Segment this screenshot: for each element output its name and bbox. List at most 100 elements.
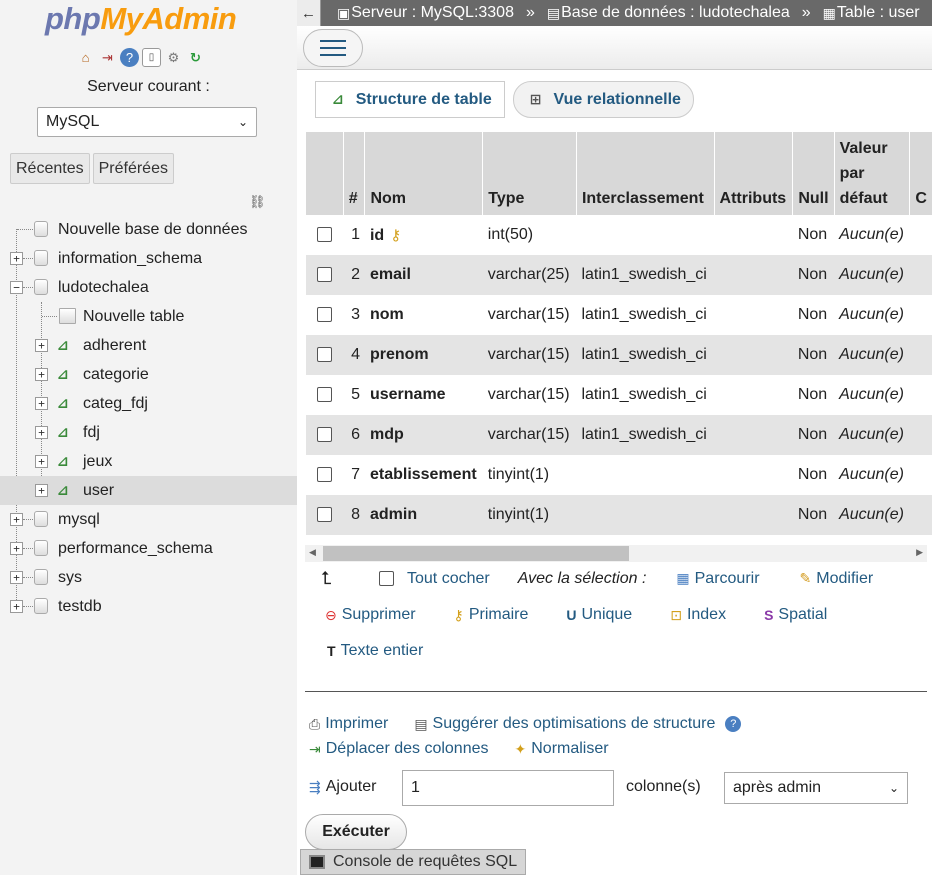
tree-item-table-user[interactable]: + ⊿ user <box>0 476 297 505</box>
logout-icon[interactable]: ⇥ <box>98 48 117 67</box>
column-header-comments[interactable]: C <box>909 132 932 215</box>
suggest-structure-button[interactable]: Suggérer des optimisations de structure <box>433 715 716 733</box>
row-checkbox[interactable] <box>316 427 332 443</box>
collapse-icon[interactable]: − <box>10 281 23 294</box>
expand-icon[interactable]: + <box>35 339 48 352</box>
tab-table-structure[interactable]: ⊿ Structure de table <box>315 81 505 118</box>
favorite-tables-tab[interactable]: Préférées <box>92 153 174 184</box>
expand-icon[interactable]: + <box>35 455 48 468</box>
column-header-type[interactable]: Type <box>482 132 577 215</box>
documentation-icon[interactable]: ▯ <box>142 48 161 67</box>
expand-icon[interactable]: + <box>10 600 23 613</box>
spatial-button[interactable]: Spatial <box>778 606 827 624</box>
tree-item-mysql[interactable]: + mysql <box>0 505 297 534</box>
index-button[interactable]: Index <box>687 606 726 624</box>
tree-item-testdb[interactable]: + testdb <box>0 592 297 621</box>
help-icon[interactable]: ? <box>725 716 742 732</box>
fulltext-icon: T <box>327 643 336 659</box>
expand-icon[interactable]: + <box>35 397 48 410</box>
tree-item-table-jeux[interactable]: + ⊿ jeux <box>0 447 297 476</box>
table-row[interactable]: 1 id ⚷ int(50) Non Aucun(e) <box>305 215 932 255</box>
breadcrumb-server[interactable]: ▣ Serveur : MySQL:3308 <box>321 4 514 22</box>
expand-icon[interactable]: + <box>10 252 23 265</box>
server-select[interactable]: MySQL ⌄ <box>37 107 257 137</box>
phpmyadmin-logo[interactable]: phpMyAdmin <box>45 1 237 37</box>
menu-toggle-button[interactable] <box>303 29 363 67</box>
help-icon[interactable]: ? <box>120 48 139 67</box>
tree-item-new-database[interactable]: Nouvelle base de données <box>0 215 297 244</box>
table-row[interactable]: 5 username varchar(15) latin1_swedish_ci Non… <box>305 375 932 415</box>
reload-icon[interactable]: ↻ <box>186 48 205 67</box>
scroll-left-icon[interactable]: ◀ <box>309 547 316 558</box>
check-all-checkbox[interactable] <box>379 571 394 586</box>
column-header-number[interactable]: # <box>342 132 365 215</box>
home-icon[interactable]: ⌂ <box>76 48 95 67</box>
expand-icon[interactable]: + <box>10 513 23 526</box>
tree-item-table-categ-fdj[interactable]: + ⊿ categ_fdj <box>0 389 297 418</box>
column-header-null[interactable]: Null <box>792 132 835 215</box>
tree-item-ludotechalea[interactable]: − ludotechalea <box>0 273 297 302</box>
tree-item-table-adherent[interactable]: + ⊿ adherent <box>0 331 297 360</box>
row-checkbox[interactable] <box>316 507 332 523</box>
field-collation <box>576 495 715 535</box>
structure-table: # Nom Type Interclassement Attributs Nul… <box>305 132 932 535</box>
print-button[interactable]: Imprimer <box>325 715 388 733</box>
primary-button[interactable]: Primaire <box>469 606 529 624</box>
unique-icon: U <box>566 607 577 623</box>
back-button[interactable]: ← <box>297 0 321 26</box>
table-row[interactable]: 3 nom varchar(15) latin1_swedish_ci Non Aucun… <box>305 295 932 335</box>
tree-item-information-schema[interactable]: + information_schema <box>0 244 297 273</box>
modify-button[interactable]: Modifier <box>816 570 873 588</box>
expand-icon[interactable]: + <box>35 426 48 439</box>
row-checkbox[interactable] <box>316 467 332 483</box>
expand-icon[interactable]: + <box>35 484 48 497</box>
field-comments <box>909 215 932 255</box>
horizontal-scrollbar[interactable]: ◀ ▶ <box>305 545 927 562</box>
normalize-button[interactable]: Normaliser <box>531 740 608 758</box>
fulltext-button[interactable]: Texte entier <box>341 642 424 660</box>
scroll-right-icon[interactable]: ▶ <box>916 547 923 558</box>
row-checkbox[interactable] <box>316 387 332 403</box>
expand-icon[interactable]: + <box>10 542 23 555</box>
tab-relational-view[interactable]: ⊞ Vue relationnelle <box>512 81 694 118</box>
column-position-select[interactable]: après admin ⌄ <box>724 772 908 804</box>
sql-console-toggle[interactable]: Console de requêtes SQL <box>300 849 526 875</box>
scrollbar-thumb[interactable] <box>323 546 629 561</box>
breadcrumb-database[interactable]: ▤ Base de données : ludotechalea <box>547 4 790 22</box>
check-all-link[interactable]: Tout cocher <box>407 570 490 588</box>
table-row[interactable]: 7 etablissement tinyint(1) Non Aucun(e) <box>305 455 932 495</box>
column-header-name[interactable]: Nom <box>364 132 483 215</box>
link-icon[interactable]: ⛓ <box>249 194 266 210</box>
table-row[interactable]: 8 admin tinyint(1) Non Aucun(e) <box>305 495 932 535</box>
gear-icon[interactable]: ⚙ <box>164 48 183 67</box>
column-header-attributes[interactable]: Attributs <box>713 132 793 215</box>
primary-key-icon: ⚷ <box>390 226 402 244</box>
tree-item-table-fdj[interactable]: + ⊿ fdj <box>0 418 297 447</box>
delete-button[interactable]: Supprimer <box>342 606 416 624</box>
table-row[interactable]: 4 prenom varchar(15) latin1_swedish_ci Non Au… <box>305 335 932 375</box>
table-icon: ⊿ <box>57 337 69 353</box>
tree-item-table-categorie[interactable]: + ⊿ categorie <box>0 360 297 389</box>
tree-item-performance-schema[interactable]: + performance_schema <box>0 534 297 563</box>
column-header-default[interactable]: Valeur par défaut <box>833 132 910 215</box>
top-menubar <box>297 26 932 70</box>
row-checkbox[interactable] <box>316 227 332 243</box>
table-row[interactable]: 2 email varchar(25) latin1_swedish_ci Non Auc… <box>305 255 932 295</box>
tree-item-sys[interactable]: + sys <box>0 563 297 592</box>
table-row[interactable]: 6 mdp varchar(15) latin1_swedish_ci Non Aucun… <box>305 415 932 455</box>
expand-icon[interactable]: + <box>10 571 23 584</box>
column-header-collation[interactable]: Interclassement <box>575 132 715 215</box>
recent-tables-tab[interactable]: Récentes <box>10 153 90 184</box>
column-count-input[interactable]: 1 <box>402 770 614 806</box>
browse-button[interactable]: Parcourir <box>695 570 760 588</box>
row-checkbox[interactable] <box>316 267 332 283</box>
unique-button[interactable]: Unique <box>582 606 633 624</box>
row-checkbox[interactable] <box>316 307 332 323</box>
execute-button[interactable]: Exécuter <box>305 814 407 850</box>
row-checkbox[interactable] <box>316 347 332 363</box>
tree-item-new-table[interactable]: Nouvelle table <box>0 302 297 331</box>
move-columns-button[interactable]: Déplacer des colonnes <box>326 740 489 758</box>
expand-icon[interactable]: + <box>35 368 48 381</box>
breadcrumb-table[interactable]: ▦ Table : user <box>823 4 920 22</box>
field-default: Aucun(e) <box>834 455 910 495</box>
